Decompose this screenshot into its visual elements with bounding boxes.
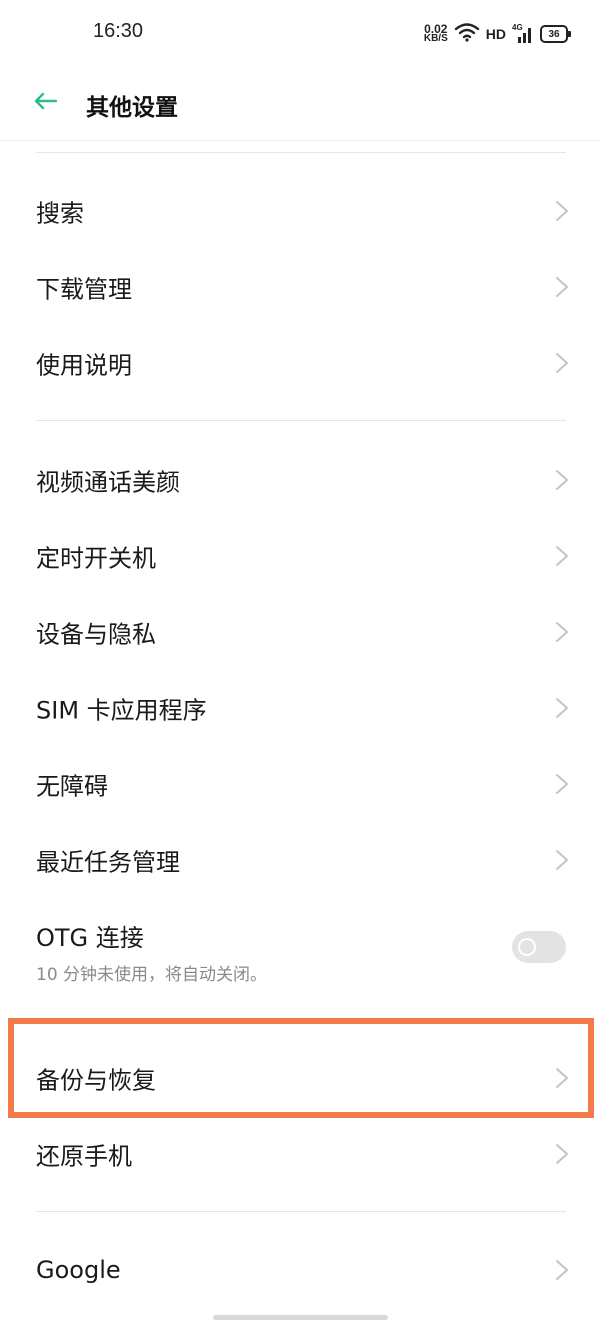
setting-item-accessibility[interactable]: 无障碍: [0, 746, 600, 822]
net-speed-unit: KB/S: [423, 33, 448, 44]
toggle-knob: [518, 938, 536, 956]
otg-description: 10 分钟未使用，将自动关闭。: [36, 965, 268, 985]
chevron-right-icon: [554, 275, 570, 299]
setting-label: 定时开关机: [36, 544, 156, 573]
otg-label: OTG 连接: [36, 924, 144, 952]
group-divider: [36, 420, 566, 421]
chevron-right-icon: [554, 1142, 570, 1166]
chevron-right-icon: [554, 468, 570, 492]
chevron-right-icon: [554, 772, 570, 796]
setting-label: 备份与恢复: [36, 1066, 156, 1095]
setting-item-instructions[interactable]: 使用说明: [0, 325, 600, 401]
battery-icon: 36: [540, 25, 571, 43]
setting-item-backup-restore[interactable]: 备份与恢复: [0, 1040, 600, 1116]
setting-item-search[interactable]: 搜索: [0, 173, 600, 249]
setting-item-recent-tasks[interactable]: 最近任务管理: [0, 822, 600, 898]
setting-label: 下载管理: [36, 275, 132, 304]
chevron-right-icon: [554, 544, 570, 568]
setting-item-device-privacy[interactable]: 设备与隐私: [0, 594, 600, 670]
chevron-right-icon: [554, 1258, 570, 1282]
setting-label: Google: [36, 1256, 121, 1284]
page-title: 其他设置: [86, 95, 178, 121]
group-divider: [36, 152, 566, 153]
setting-label: 设备与隐私: [36, 620, 156, 649]
wifi-icon: [454, 22, 480, 47]
setting-label: 无障碍: [36, 772, 108, 801]
status-bar: 16:30 0.02 KB/S HD 4G 36: [0, 0, 600, 66]
otg-toggle[interactable]: [512, 931, 566, 963]
setting-item-reset-phone[interactable]: 还原手机: [0, 1116, 600, 1192]
chevron-right-icon: [554, 351, 570, 375]
setting-label: SIM 卡应用程序: [36, 696, 207, 725]
status-icons: 0.02 KB/S HD 4G 36: [423, 22, 571, 47]
battery-level: 36: [548, 28, 560, 40]
status-time: 16:30: [93, 20, 144, 42]
chevron-right-icon: [554, 696, 570, 720]
setting-item-video-call-beauty[interactable]: 视频通话美颜: [0, 442, 600, 518]
setting-item-google[interactable]: Google: [0, 1232, 600, 1308]
setting-label: 视频通话美颜: [36, 468, 180, 497]
group-divider: [36, 1211, 566, 1212]
chevron-right-icon: [554, 620, 570, 644]
setting-item-download-manager[interactable]: 下载管理: [0, 249, 600, 325]
setting-item-scheduled-power[interactable]: 定时开关机: [0, 518, 600, 594]
app-header: 其他设置: [0, 66, 600, 140]
header-divider: [0, 140, 600, 141]
hd-label: HD: [485, 26, 506, 42]
arrow-left-icon: [32, 91, 58, 115]
setting-label: 使用说明: [36, 351, 132, 380]
setting-label: 搜索: [36, 199, 84, 228]
chevron-right-icon: [554, 1066, 570, 1090]
setting-item-sim-apps[interactable]: SIM 卡应用程序: [0, 670, 600, 746]
network-type: 4G: [512, 23, 523, 32]
setting-label: 最近任务管理: [36, 848, 180, 877]
chevron-right-icon: [554, 848, 570, 872]
net-speed: 0.02 KB/S: [423, 23, 448, 44]
signal-icon: 4G: [512, 23, 534, 43]
home-indicator[interactable]: [213, 1315, 388, 1320]
setting-item-otg: OTG 连接 10 分钟未使用，将自动关闭。: [0, 904, 600, 990]
chevron-right-icon: [554, 199, 570, 223]
setting-label: 还原手机: [36, 1142, 132, 1171]
back-button[interactable]: [28, 86, 62, 120]
